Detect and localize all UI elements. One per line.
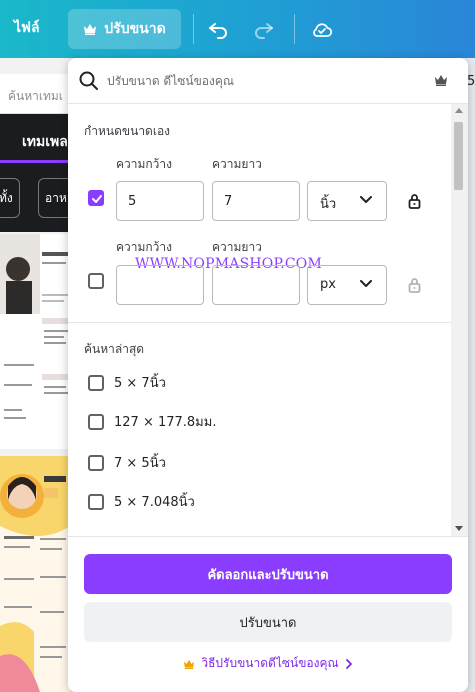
- scrollbar[interactable]: [451, 104, 468, 536]
- copy-and-resize-button[interactable]: คัดลอกและปรับขนาด: [84, 554, 452, 594]
- height-input[interactable]: [212, 265, 300, 305]
- chevron-right-icon: [345, 658, 352, 669]
- resize-panel-footer: คัดลอกและปรับขนาด ปรับขนาด วิธีปรับขนาดด…: [68, 536, 468, 692]
- scrollbar-thumb[interactable]: [454, 122, 463, 190]
- search-icon: [79, 71, 98, 90]
- crown-icon: [184, 659, 195, 669]
- height-label: ความยาว: [212, 157, 262, 171]
- unit-select[interactable]: px: [307, 265, 387, 305]
- recent-size-checkbox[interactable]: [88, 374, 104, 391]
- resize-options-scroll: กำหนดขนาดเอง ความกว้าง ความยาว 5 7 นิ้ว …: [68, 104, 468, 536]
- width-label: ความกว้าง: [116, 157, 173, 171]
- template-thumbnail-profile[interactable]: [0, 456, 70, 692]
- redo-icon[interactable]: [252, 17, 276, 41]
- recent-size-label: 7 × 5นิ้ว: [114, 456, 166, 471]
- resize-search-input[interactable]: [107, 70, 427, 92]
- resize-help-link-label: วิธีปรับขนาดดีไซน์ของคุณ: [201, 656, 339, 670]
- template-thumbnail-resume[interactable]: [0, 234, 70, 449]
- section-divider: [68, 322, 451, 323]
- width-input[interactable]: 5: [116, 181, 204, 221]
- chevron-down-icon: [360, 280, 372, 287]
- recent-size-checkbox[interactable]: [88, 413, 104, 430]
- lock-icon[interactable]: [408, 277, 421, 293]
- recent-size-checkbox[interactable]: [88, 493, 104, 510]
- resize-confirm-button[interactable]: ปรับขนาด: [84, 602, 452, 642]
- unit-select-value: นิ้ว: [320, 197, 337, 212]
- resize-search-bar: [68, 58, 468, 104]
- recent-size-item[interactable]: 7 × 5นิ้ว: [88, 452, 166, 473]
- custom-size-checkbox-inch[interactable]: [88, 190, 104, 206]
- resize-help-link[interactable]: วิธีปรับขนาดดีไซน์ของคุณ: [68, 654, 468, 673]
- scroll-down-arrow-icon[interactable]: [455, 526, 463, 531]
- custom-size-checkbox-px[interactable]: [88, 273, 104, 289]
- page-count: 5: [467, 74, 475, 89]
- top-toolbar: ไฟล์ ปรับขนาด: [0, 0, 475, 58]
- template-search-text: ค้นหาเทมเ: [8, 89, 63, 103]
- recent-size-checkbox[interactable]: [88, 454, 104, 471]
- recent-size-label: 127 × 177.8มม.: [114, 415, 217, 430]
- resize-panel: กำหนดขนาดเอง ความกว้าง ความยาว 5 7 นิ้ว …: [68, 58, 468, 692]
- undo-icon[interactable]: [206, 17, 230, 41]
- pro-crown-icon: [435, 75, 447, 86]
- recent-size-item[interactable]: 127 × 177.8มม.: [88, 411, 216, 432]
- category-chip[interactable]: ทั้ง: [0, 178, 20, 218]
- resume-template-preview: [0, 234, 70, 449]
- file-menu-button[interactable]: ไฟล์: [14, 17, 40, 39]
- recent-size-item[interactable]: 5 × 7นิ้ว: [88, 372, 166, 393]
- scroll-up-arrow-icon[interactable]: [455, 108, 463, 113]
- width-label: ความกว้าง: [116, 240, 173, 254]
- unit-select[interactable]: นิ้ว: [307, 181, 387, 221]
- chevron-down-icon: [360, 196, 372, 203]
- unit-select-value: px: [320, 277, 336, 292]
- toolbar-divider: [193, 14, 194, 44]
- recent-size-label: 5 × 7นิ้ว: [114, 376, 166, 391]
- recent-size-item[interactable]: 5 × 7.048นิ้ว: [88, 491, 195, 512]
- check-icon: [92, 195, 102, 203]
- cloud-saved-icon[interactable]: [310, 17, 334, 41]
- recent-size-label: 5 × 7.048นิ้ว: [114, 495, 195, 510]
- templates-tab-underline: [0, 160, 70, 163]
- height-input[interactable]: 7: [212, 181, 300, 221]
- resize-button-label: ปรับขนาด: [104, 21, 166, 37]
- height-label: ความยาว: [212, 240, 262, 254]
- profile-template-preview: [0, 456, 70, 692]
- width-input[interactable]: [116, 265, 204, 305]
- lock-icon[interactable]: [408, 193, 421, 209]
- recent-searches-title: ค้นหาล่าสุด: [84, 342, 145, 356]
- resize-button[interactable]: ปรับขนาด: [68, 9, 181, 49]
- toolbar-divider: [294, 14, 295, 44]
- crown-icon: [84, 24, 97, 35]
- custom-size-title: กำหนดขนาดเอง: [84, 124, 171, 138]
